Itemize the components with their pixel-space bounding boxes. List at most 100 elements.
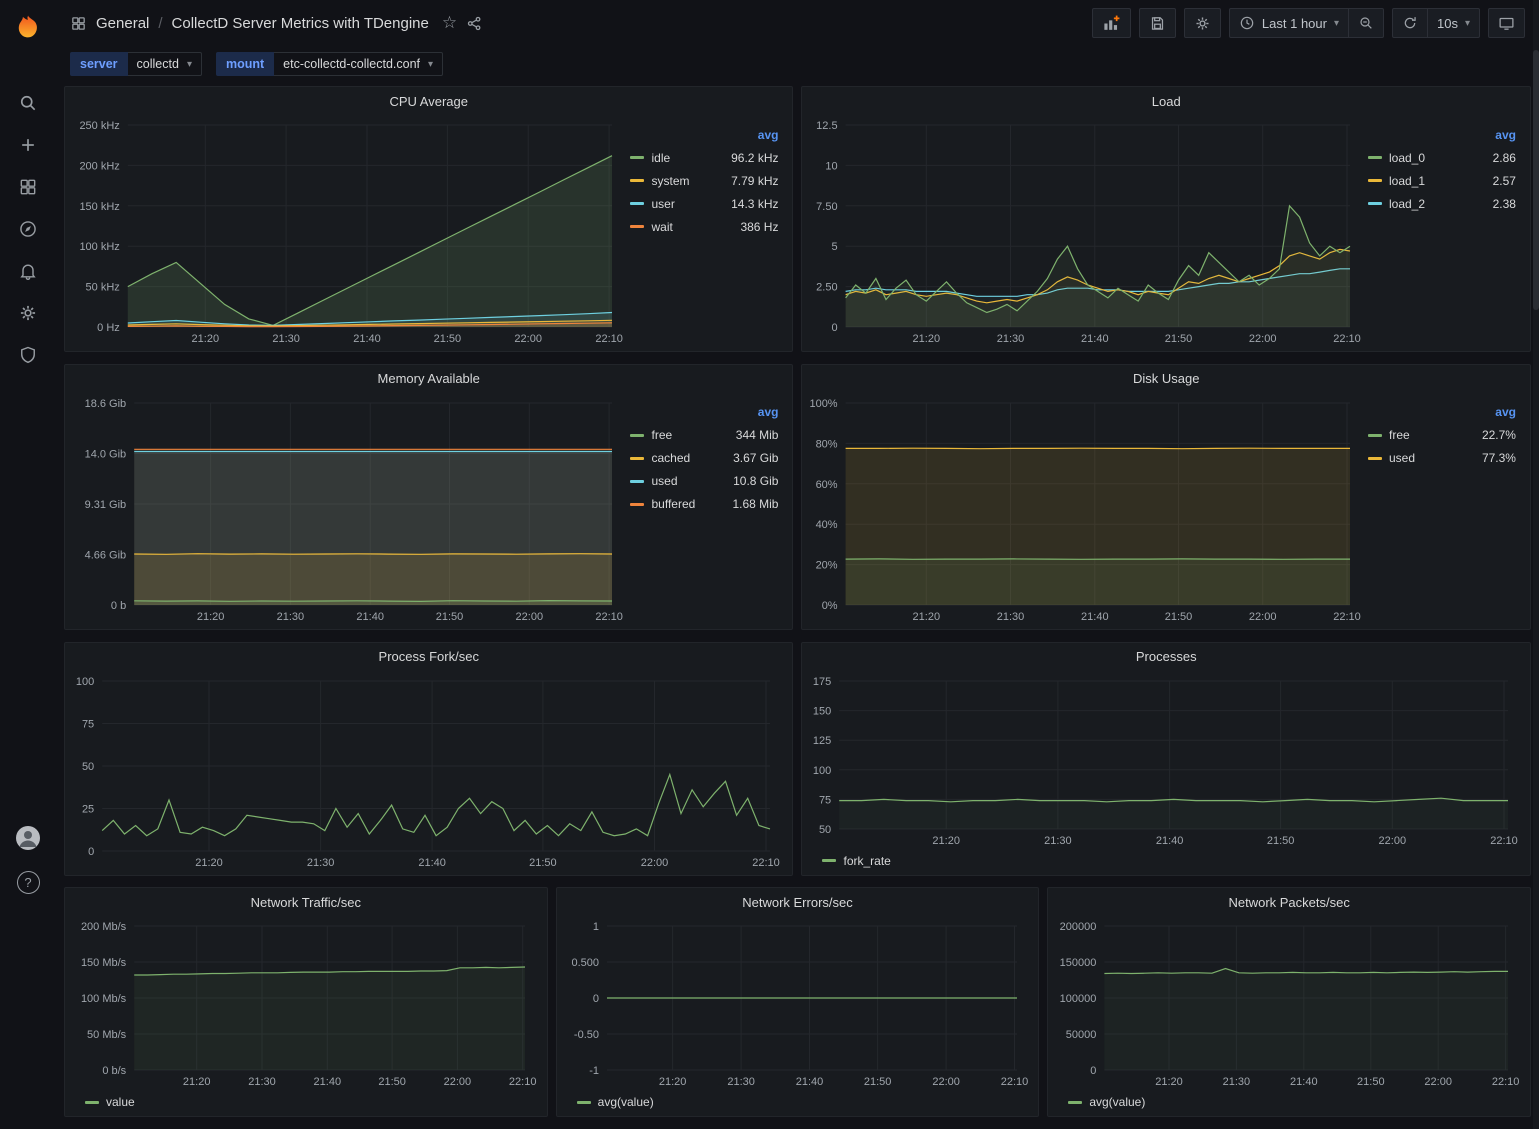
variable-server-value[interactable]: collectd ▾ [128, 52, 202, 76]
legend-item-load_2[interactable]: load_2 [1389, 197, 1425, 211]
page-scrollbar[interactable] [1533, 0, 1539, 1129]
grafana-logo[interactable] [8, 8, 48, 48]
panel-title[interactable]: Network Packets/sec [1048, 888, 1530, 916]
legend-item-idle[interactable]: idle [651, 151, 670, 165]
svg-text:22:00: 22:00 [514, 333, 542, 345]
help-icon[interactable]: ? [9, 863, 47, 901]
svg-text:0%: 0% [822, 600, 838, 612]
svg-text:21:30: 21:30 [277, 611, 305, 623]
save-icon [1149, 15, 1166, 32]
legend-item-avg(value)[interactable]: avg(value) [1089, 1095, 1145, 1109]
legend-item-value[interactable]: value [106, 1095, 135, 1109]
variable-mount-label: mount [216, 52, 274, 76]
add-panel-button[interactable] [1092, 8, 1131, 38]
svg-text:0 b/s: 0 b/s [102, 1065, 126, 1077]
legend-item-cached[interactable]: cached [651, 451, 690, 465]
legend-item-load_1[interactable]: load_1 [1389, 174, 1425, 188]
variable-mount-value[interactable]: etc-collectd-collectd.conf ▾ [274, 52, 443, 76]
panel-title[interactable]: Load [802, 87, 1530, 115]
save-dashboard-button[interactable] [1139, 8, 1176, 38]
dashboard-grid: CPU Average 0 Hz50 kHz100 kHz150 kHz200 … [56, 86, 1539, 1129]
legend-item-free[interactable]: free [1389, 428, 1410, 442]
panel-title[interactable]: Network Traffic/sec [65, 888, 547, 916]
svg-text:200 kHz: 200 kHz [79, 160, 119, 172]
legend-avg-header[interactable]: avg [758, 128, 779, 142]
memory-available-chart[interactable]: 0 b4.66 Gib9.31 Gib14.0 Gib18.6 Gib21:20… [69, 393, 630, 627]
network-traffic-chart[interactable]: 0 b/s50 Mb/s100 Mb/s150 Mb/s200 Mb/s21:2… [69, 916, 543, 1092]
legend-item-used[interactable]: used [651, 474, 677, 488]
chart-svg: 05000010000015000020000021:2021:3021:402… [1052, 916, 1526, 1092]
process-fork-chart[interactable]: 025507510021:2021:3021:4021:5022:0022:10 [69, 671, 788, 873]
explore-compass-icon[interactable] [9, 210, 47, 248]
legend-item-fork_rate[interactable]: fork_rate [843, 854, 890, 868]
svg-text:100 kHz: 100 kHz [79, 241, 119, 253]
user-avatar[interactable] [9, 819, 47, 857]
variable-server[interactable]: server collectd ▾ [70, 52, 202, 76]
share-icon[interactable] [466, 15, 483, 32]
legend-avg-header[interactable]: avg [1495, 128, 1516, 142]
svg-text:22:00: 22:00 [1249, 333, 1277, 345]
legend-avg-header[interactable]: avg [1495, 405, 1516, 419]
create-plus-icon[interactable] [9, 126, 47, 164]
legend-item-used[interactable]: used [1389, 451, 1415, 465]
svg-text:21:50: 21:50 [436, 611, 464, 623]
svg-text:100%: 100% [810, 398, 838, 410]
legend-item-avg(value)[interactable]: avg(value) [598, 1095, 654, 1109]
network-packets-legend: avg(value) [1052, 1092, 1526, 1114]
panel-title[interactable]: Memory Available [65, 365, 792, 393]
panel-title[interactable]: Processes [802, 643, 1530, 671]
clock-icon [1239, 15, 1255, 31]
legend-series-color [630, 457, 644, 460]
refresh-interval-select[interactable]: 10s ▾ [1428, 8, 1480, 38]
svg-text:2.50: 2.50 [817, 282, 838, 294]
svg-text:7.50: 7.50 [817, 201, 838, 213]
svg-text:1: 1 [593, 921, 599, 933]
cpu-average-chart[interactable]: 0 Hz50 kHz100 kHz150 kHz200 kHz250 kHz21… [69, 115, 630, 349]
svg-text:22:00: 22:00 [1379, 835, 1407, 847]
processes-legend: fork_rate [806, 851, 1526, 873]
kiosk-mode-button[interactable] [1488, 8, 1525, 38]
svg-text:21:30: 21:30 [307, 857, 335, 869]
panel-process-fork: Process Fork/sec 025507510021:2021:3021:… [64, 642, 793, 876]
panel-disk-usage: Disk Usage 0%20%40%60%80%100%21:2021:302… [801, 364, 1531, 630]
favorite-star-icon[interactable]: ☆ [442, 13, 457, 33]
panel-title[interactable]: Process Fork/sec [65, 643, 792, 671]
network-errors-chart[interactable]: -1-0.5000.500121:2021:3021:4021:5022:002… [561, 916, 1035, 1092]
legend-item-free[interactable]: free [651, 428, 672, 442]
legend-item-wait[interactable]: wait [651, 220, 672, 234]
time-range-picker[interactable]: Last 1 hour ▾ [1229, 8, 1349, 38]
refresh-button[interactable] [1392, 8, 1428, 38]
search-icon[interactable] [9, 84, 47, 122]
legend-item-buffered[interactable]: buffered [651, 497, 695, 511]
refresh-interval-label: 10s [1437, 16, 1458, 31]
alerting-bell-icon[interactable] [9, 252, 47, 290]
svg-text:50000: 50000 [1066, 1029, 1097, 1041]
network-packets-chart[interactable]: 05000010000015000020000021:2021:3021:402… [1052, 916, 1526, 1092]
legend-item-user[interactable]: user [651, 197, 674, 211]
panel-title[interactable]: Network Errors/sec [557, 888, 1039, 916]
svg-text:75: 75 [819, 794, 831, 806]
server-admin-shield-icon[interactable] [9, 336, 47, 374]
legend-series-color [822, 859, 836, 862]
legend-item-system[interactable]: system [651, 174, 689, 188]
configuration-gear-icon[interactable] [9, 294, 47, 332]
disk-usage-chart[interactable]: 0%20%40%60%80%100%21:2021:3021:4021:5022… [806, 393, 1368, 627]
svg-text:21:40: 21:40 [314, 1076, 342, 1088]
legend-item-load_0[interactable]: load_0 [1389, 151, 1425, 165]
panel-memory-available: Memory Available 0 b4.66 Gib9.31 Gib14.0… [64, 364, 793, 630]
variable-mount[interactable]: mount etc-collectd-collectd.conf ▾ [216, 52, 443, 76]
zoom-out-button[interactable] [1349, 8, 1384, 38]
panel-title[interactable]: Disk Usage [802, 365, 1530, 393]
load-chart[interactable]: 02.5057.501012.521:2021:3021:4021:5022:0… [806, 115, 1368, 349]
legend-avg-header[interactable]: avg [758, 405, 779, 419]
scrollbar-thumb[interactable] [1533, 50, 1539, 310]
legend-value: 344 Mib [736, 428, 779, 442]
dashboards-icon[interactable] [9, 168, 47, 206]
dashboard-settings-button[interactable] [1184, 8, 1221, 38]
chart-svg: 507510012515017521:2021:3021:4021:5022:0… [806, 671, 1526, 851]
processes-chart[interactable]: 507510012515017521:2021:3021:4021:5022:0… [806, 671, 1526, 851]
breadcrumb-folder[interactable]: General [96, 15, 149, 32]
breadcrumb: General / CollectD Server Metrics with T… [70, 13, 483, 33]
panel-title[interactable]: CPU Average [65, 87, 792, 115]
legend-value: 77.3% [1482, 451, 1516, 465]
